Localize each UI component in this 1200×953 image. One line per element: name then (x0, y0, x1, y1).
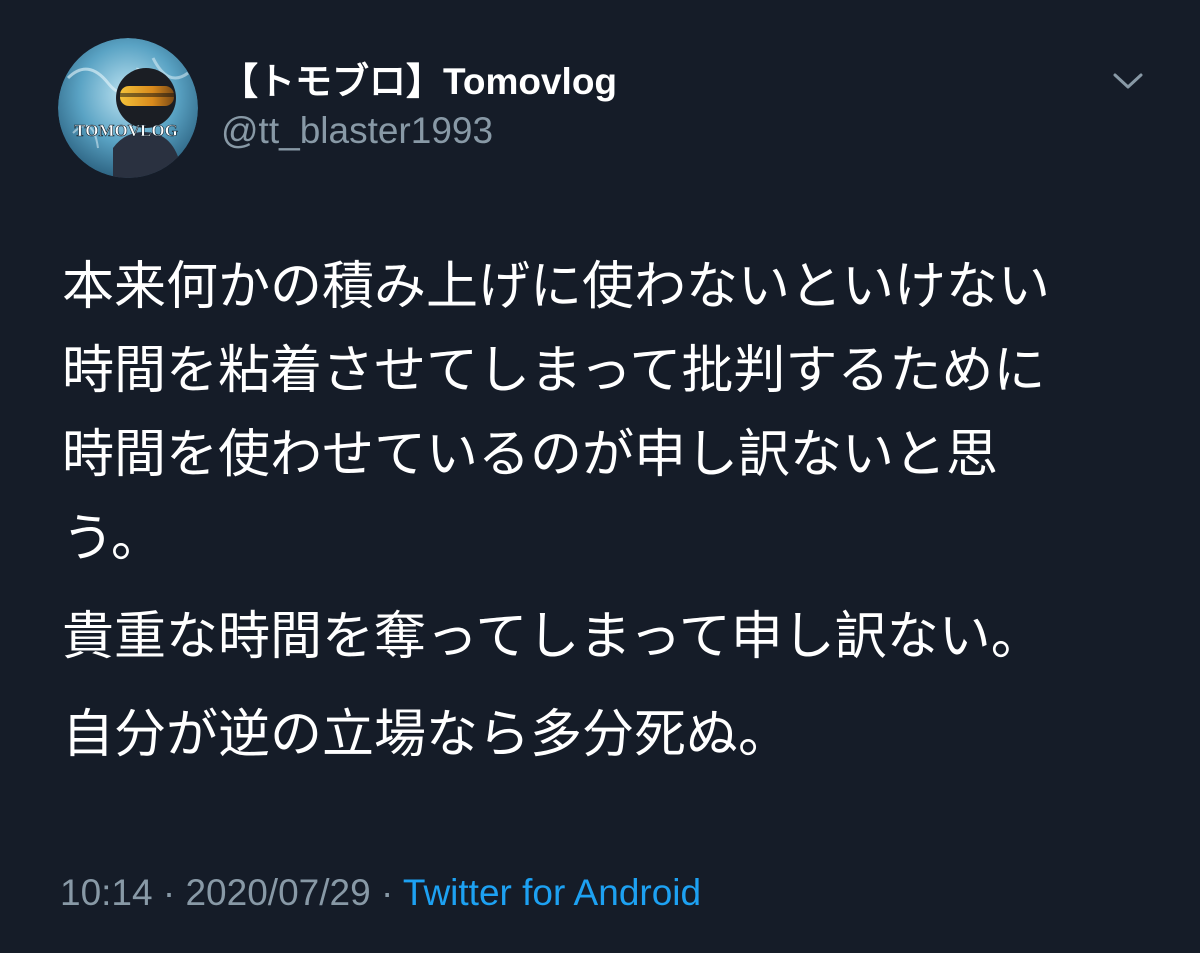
tweet-time: 10:14 (60, 872, 153, 913)
tweet-body: 本来何かの積み上げに使わないといけない 時間を粘着させてしまって批判するために … (62, 245, 1152, 777)
avatar-image: TOMOVLOG (58, 38, 198, 178)
user-handle[interactable]: @tt_blaster1993 (221, 108, 493, 154)
tweet-paragraph: 貴重な時間を奪ってしまって申し訳ない。 (62, 607, 1043, 667)
tweet-paragraph: 自分が逆の立場なら多分死ぬ。 (62, 705, 791, 765)
meta-separator: · (380, 872, 394, 913)
tweet-date: 2020/07/29 (185, 872, 371, 913)
tweet-paragraph: 本来何かの積み上げに使わないといけない 時間を粘着させてしまって批判するために … (62, 257, 1051, 569)
chevron-down-icon[interactable] (1110, 66, 1146, 96)
avatar-logo-text: TOMOVLOG (74, 121, 178, 140)
tweet-meta: 10:14 · 2020/07/29 · Twitter for Android (60, 868, 701, 918)
avatar[interactable]: TOMOVLOG (58, 38, 198, 178)
tweet-source-link[interactable]: Twitter for Android (403, 872, 701, 913)
tweet-card: TOMOVLOG 【トモブロ】Tomovlog @tt_blaster1993 … (0, 0, 1200, 953)
display-name[interactable]: 【トモブロ】Tomovlog (221, 58, 617, 106)
meta-separator: · (162, 872, 176, 913)
